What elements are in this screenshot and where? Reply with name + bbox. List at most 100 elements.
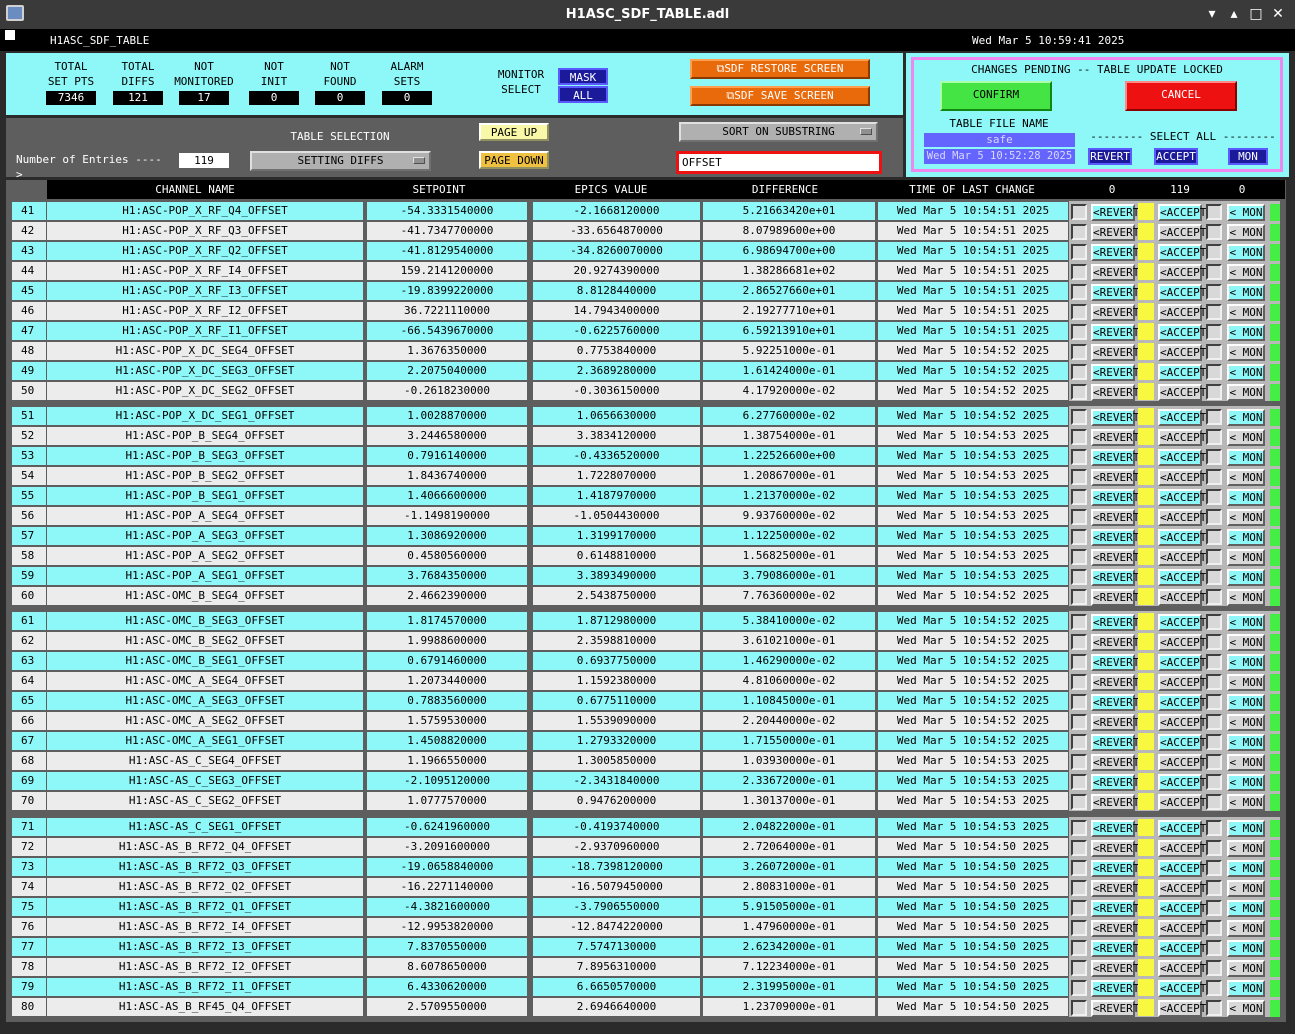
mon-button[interactable]: < MON bbox=[1227, 344, 1265, 361]
restore-icon[interactable]: ▴ bbox=[1224, 4, 1244, 24]
revert-button[interactable]: <REVERT bbox=[1091, 429, 1139, 446]
revert-checkbox[interactable] bbox=[1071, 429, 1087, 445]
accept-button[interactable]: <ACCEPT bbox=[1158, 344, 1206, 361]
revert-button[interactable]: <REVERT bbox=[1091, 694, 1139, 711]
mon-checkbox[interactable] bbox=[1206, 449, 1222, 465]
mon-button[interactable]: < MON bbox=[1227, 589, 1265, 606]
accept-button[interactable]: <ACCEPT bbox=[1158, 654, 1206, 671]
mon-button[interactable]: < MON bbox=[1227, 674, 1265, 691]
accept-button[interactable]: <ACCEPT bbox=[1158, 469, 1206, 486]
all-button[interactable]: ALL bbox=[558, 86, 608, 103]
accept-button[interactable]: <ACCEPT bbox=[1158, 489, 1206, 506]
mon-button[interactable]: < MON bbox=[1227, 820, 1265, 837]
select-all-mon-button[interactable]: MON bbox=[1228, 148, 1268, 165]
revert-button[interactable]: <REVERT bbox=[1091, 734, 1139, 751]
mon-button[interactable]: < MON bbox=[1227, 880, 1265, 897]
accept-button[interactable]: <ACCEPT bbox=[1158, 284, 1206, 301]
minimize-icon[interactable]: ▾ bbox=[1202, 4, 1222, 24]
sdf-restore-screen-button[interactable]: ⧉SDF RESTORE SCREEN bbox=[690, 59, 870, 79]
mon-button[interactable]: < MON bbox=[1227, 509, 1265, 526]
mon-button[interactable]: < MON bbox=[1227, 1000, 1265, 1017]
mon-button[interactable]: < MON bbox=[1227, 694, 1265, 711]
select-all-revert-button[interactable]: REVERT bbox=[1088, 148, 1132, 165]
revert-checkbox[interactable] bbox=[1071, 980, 1087, 996]
accept-button[interactable]: <ACCEPT bbox=[1158, 674, 1206, 691]
mon-checkbox[interactable] bbox=[1206, 980, 1222, 996]
mon-button[interactable]: < MON bbox=[1227, 774, 1265, 791]
accept-button[interactable]: <ACCEPT bbox=[1158, 880, 1206, 897]
mon-checkbox[interactable] bbox=[1206, 364, 1222, 380]
accept-button[interactable]: <ACCEPT bbox=[1158, 324, 1206, 341]
accept-button[interactable]: <ACCEPT bbox=[1158, 840, 1206, 857]
revert-button[interactable]: <REVERT bbox=[1091, 840, 1139, 857]
mon-button[interactable]: < MON bbox=[1227, 654, 1265, 671]
accept-button[interactable]: <ACCEPT bbox=[1158, 529, 1206, 546]
revert-button[interactable]: <REVERT bbox=[1091, 880, 1139, 897]
mon-button[interactable]: < MON bbox=[1227, 529, 1265, 546]
revert-button[interactable]: <REVERT bbox=[1091, 409, 1139, 426]
mon-button[interactable]: < MON bbox=[1227, 384, 1265, 401]
sdf-save-screen-button[interactable]: ⧉SDF SAVE SCREEN bbox=[690, 86, 870, 106]
revert-button[interactable]: <REVERT bbox=[1091, 569, 1139, 586]
revert-checkbox[interactable] bbox=[1071, 940, 1087, 956]
mon-checkbox[interactable] bbox=[1206, 714, 1222, 730]
mon-button[interactable]: < MON bbox=[1227, 794, 1265, 811]
sort-substring-menu[interactable]: SORT ON SUBSTRING bbox=[679, 122, 878, 142]
mon-checkbox[interactable] bbox=[1206, 409, 1222, 425]
mon-checkbox[interactable] bbox=[1206, 589, 1222, 605]
revert-button[interactable]: <REVERT bbox=[1091, 344, 1139, 361]
mon-checkbox[interactable] bbox=[1206, 754, 1222, 770]
revert-checkbox[interactable] bbox=[1071, 734, 1087, 750]
revert-button[interactable]: <REVERT bbox=[1091, 244, 1139, 261]
revert-button[interactable]: <REVERT bbox=[1091, 774, 1139, 791]
revert-button[interactable]: <REVERT bbox=[1091, 860, 1139, 877]
revert-button[interactable]: <REVERT bbox=[1091, 304, 1139, 321]
accept-button[interactable]: <ACCEPT bbox=[1158, 774, 1206, 791]
page-up-button[interactable]: PAGE UP bbox=[479, 123, 549, 141]
revert-checkbox[interactable] bbox=[1071, 569, 1087, 585]
mon-checkbox[interactable] bbox=[1206, 940, 1222, 956]
revert-button[interactable]: <REVERT bbox=[1091, 614, 1139, 631]
revert-checkbox[interactable] bbox=[1071, 509, 1087, 525]
revert-button[interactable]: <REVERT bbox=[1091, 674, 1139, 691]
mon-button[interactable]: < MON bbox=[1227, 489, 1265, 506]
mon-button[interactable]: < MON bbox=[1227, 900, 1265, 917]
accept-button[interactable]: <ACCEPT bbox=[1158, 714, 1206, 731]
accept-button[interactable]: <ACCEPT bbox=[1158, 429, 1206, 446]
mon-button[interactable]: < MON bbox=[1227, 714, 1265, 731]
revert-button[interactable]: <REVERT bbox=[1091, 384, 1139, 401]
revert-checkbox[interactable] bbox=[1071, 654, 1087, 670]
revert-button[interactable]: <REVERT bbox=[1091, 324, 1139, 341]
revert-button[interactable]: <REVERT bbox=[1091, 224, 1139, 241]
accept-button[interactable]: <ACCEPT bbox=[1158, 569, 1206, 586]
mon-button[interactable]: < MON bbox=[1227, 244, 1265, 261]
revert-button[interactable]: <REVERT bbox=[1091, 264, 1139, 281]
revert-checkbox[interactable] bbox=[1071, 409, 1087, 425]
mon-checkbox[interactable] bbox=[1206, 840, 1222, 856]
mon-checkbox[interactable] bbox=[1206, 429, 1222, 445]
revert-button[interactable]: <REVERT bbox=[1091, 794, 1139, 811]
revert-checkbox[interactable] bbox=[1071, 589, 1087, 605]
revert-checkbox[interactable] bbox=[1071, 674, 1087, 690]
accept-button[interactable]: <ACCEPT bbox=[1158, 614, 1206, 631]
accept-button[interactable]: <ACCEPT bbox=[1158, 364, 1206, 381]
revert-checkbox[interactable] bbox=[1071, 204, 1087, 220]
mon-button[interactable]: < MON bbox=[1227, 920, 1265, 937]
mon-checkbox[interactable] bbox=[1206, 654, 1222, 670]
cancel-button[interactable]: CANCEL bbox=[1125, 81, 1237, 111]
accept-button[interactable]: <ACCEPT bbox=[1158, 794, 1206, 811]
mon-button[interactable]: < MON bbox=[1227, 304, 1265, 321]
accept-button[interactable]: <ACCEPT bbox=[1158, 754, 1206, 771]
revert-checkbox[interactable] bbox=[1071, 794, 1087, 810]
revert-checkbox[interactable] bbox=[1071, 714, 1087, 730]
mon-button[interactable]: < MON bbox=[1227, 264, 1265, 281]
revert-checkbox[interactable] bbox=[1071, 344, 1087, 360]
revert-checkbox[interactable] bbox=[1071, 820, 1087, 836]
accept-button[interactable]: <ACCEPT bbox=[1158, 960, 1206, 977]
revert-button[interactable]: <REVERT bbox=[1091, 940, 1139, 957]
mon-button[interactable]: < MON bbox=[1227, 754, 1265, 771]
mon-button[interactable]: < MON bbox=[1227, 634, 1265, 651]
revert-checkbox[interactable] bbox=[1071, 960, 1087, 976]
revert-checkbox[interactable] bbox=[1071, 324, 1087, 340]
mon-checkbox[interactable] bbox=[1206, 774, 1222, 790]
